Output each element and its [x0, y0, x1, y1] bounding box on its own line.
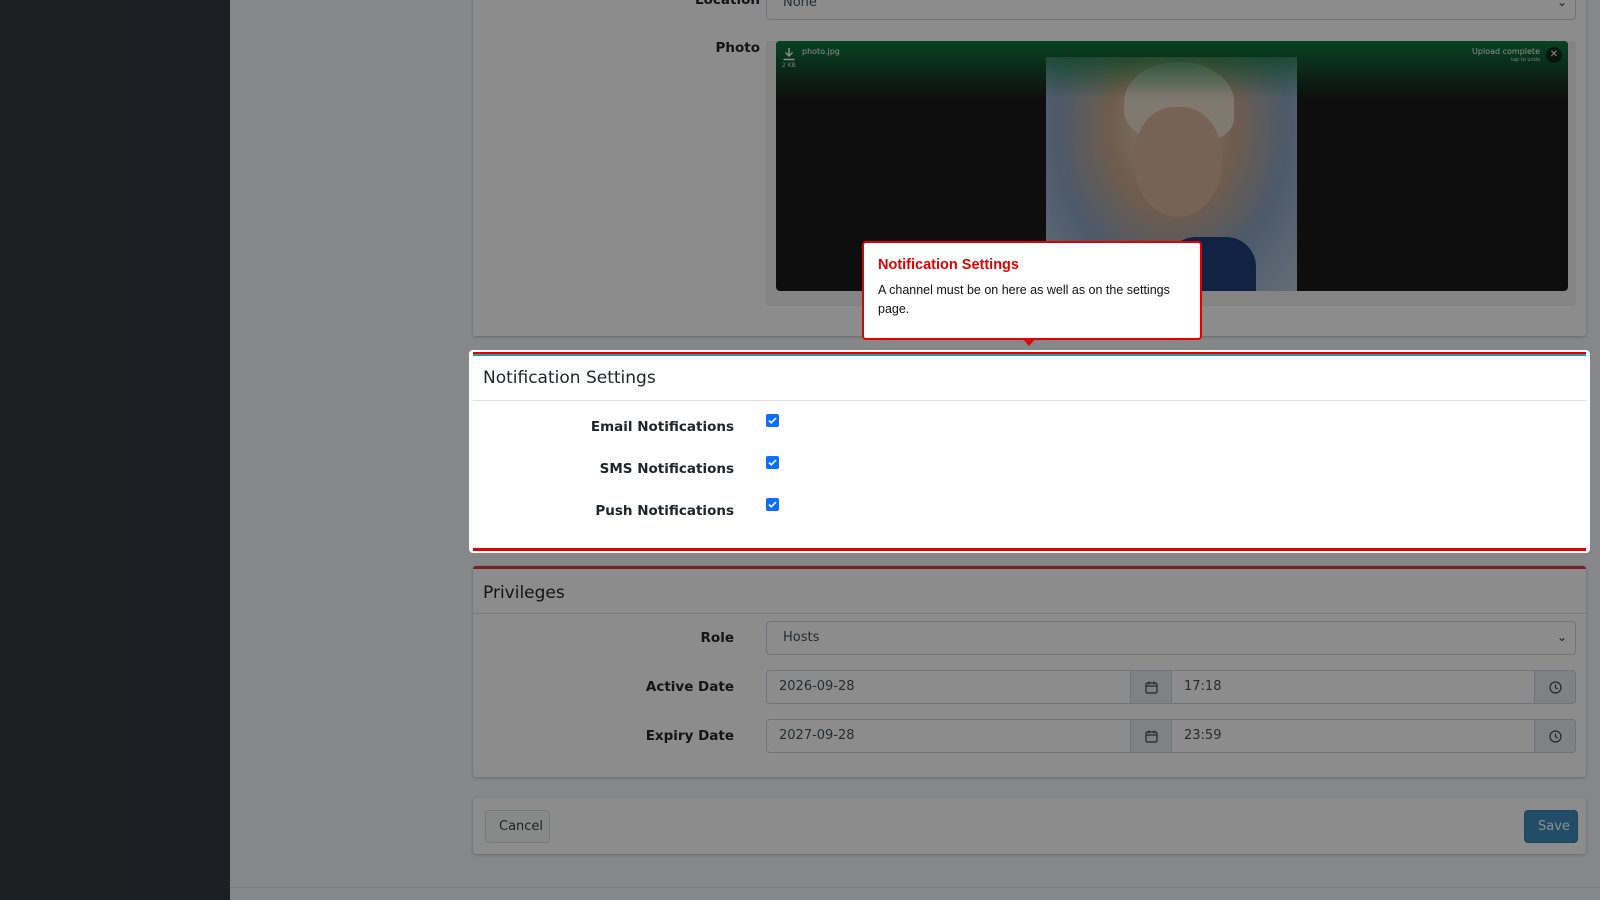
tour-tooltip: Notification Settings A channel must be …	[862, 241, 1202, 346]
save-button[interactable]: Save	[1524, 810, 1578, 843]
calendar-button[interactable]	[1130, 719, 1172, 753]
notification-settings-title: Notification Settings	[483, 368, 656, 388]
upload-file-size: 2 KB	[782, 62, 796, 69]
role-value: Hosts	[783, 630, 820, 645]
chevron-down-icon: ⌄	[1556, 0, 1567, 9]
expiry-date-input[interactable]: 2027-09-28	[766, 719, 1131, 753]
expiry-time-input[interactable]: 23:59	[1171, 719, 1536, 753]
clock-button[interactable]	[1534, 719, 1576, 753]
location-value: None	[783, 0, 817, 10]
tooltip-body: A channel must be on here as well as on …	[878, 283, 1170, 316]
active-date-group: 2026-09-28 17:18	[766, 670, 1576, 704]
sms-notifications-checkbox[interactable]	[766, 456, 779, 469]
active-time-input[interactable]: 17:18	[1171, 670, 1536, 704]
tooltip-title: Notification Settings	[878, 257, 1019, 273]
calendar-icon	[1145, 681, 1158, 694]
check-icon	[768, 417, 777, 424]
push-notifications-label: Push Notifications	[595, 503, 734, 519]
upload-status: Upload complete	[1472, 47, 1540, 56]
role-select[interactable]: Hosts ⌄	[766, 621, 1576, 655]
photo-label: Photo	[715, 40, 760, 56]
tooltip-arrow	[1023, 339, 1035, 346]
expiry-date-group: 2027-09-28 23:59	[766, 719, 1576, 753]
notification-settings-card: Notification Settings	[473, 352, 1586, 551]
clock-icon	[1549, 730, 1562, 743]
calendar-icon	[1145, 730, 1158, 743]
calendar-button[interactable]	[1130, 670, 1172, 704]
active-date-label: Active Date	[645, 679, 734, 695]
sidebar	[0, 0, 230, 900]
email-notifications-checkbox[interactable]	[766, 414, 779, 427]
clock-icon	[1549, 681, 1562, 694]
role-label: Role	[700, 630, 734, 646]
privileges-title: Privileges	[483, 583, 565, 603]
email-notifications-label: Email Notifications	[590, 419, 734, 435]
clock-button[interactable]	[1534, 670, 1576, 704]
actions-card	[473, 798, 1586, 854]
check-icon	[768, 459, 777, 466]
location-label: Location	[695, 0, 760, 8]
active-date-input[interactable]: 2026-09-28	[766, 670, 1131, 704]
push-notifications-checkbox[interactable]	[766, 498, 779, 511]
expiry-date-label: Expiry Date	[645, 728, 734, 744]
check-icon	[768, 501, 777, 508]
download-icon	[783, 48, 795, 61]
upload-hint: tap to undo	[1511, 57, 1540, 63]
chevron-down-icon: ⌄	[1556, 630, 1567, 644]
sms-notifications-label: SMS Notifications	[599, 461, 734, 477]
location-select[interactable]: None ⌄	[766, 0, 1576, 20]
footer-divider	[230, 887, 1600, 888]
upload-file-name: photo.jpg	[802, 47, 840, 56]
upload-status-bar	[776, 41, 1568, 99]
cancel-button[interactable]: Cancel	[485, 810, 550, 843]
close-icon[interactable]: ✕	[1546, 47, 1562, 63]
